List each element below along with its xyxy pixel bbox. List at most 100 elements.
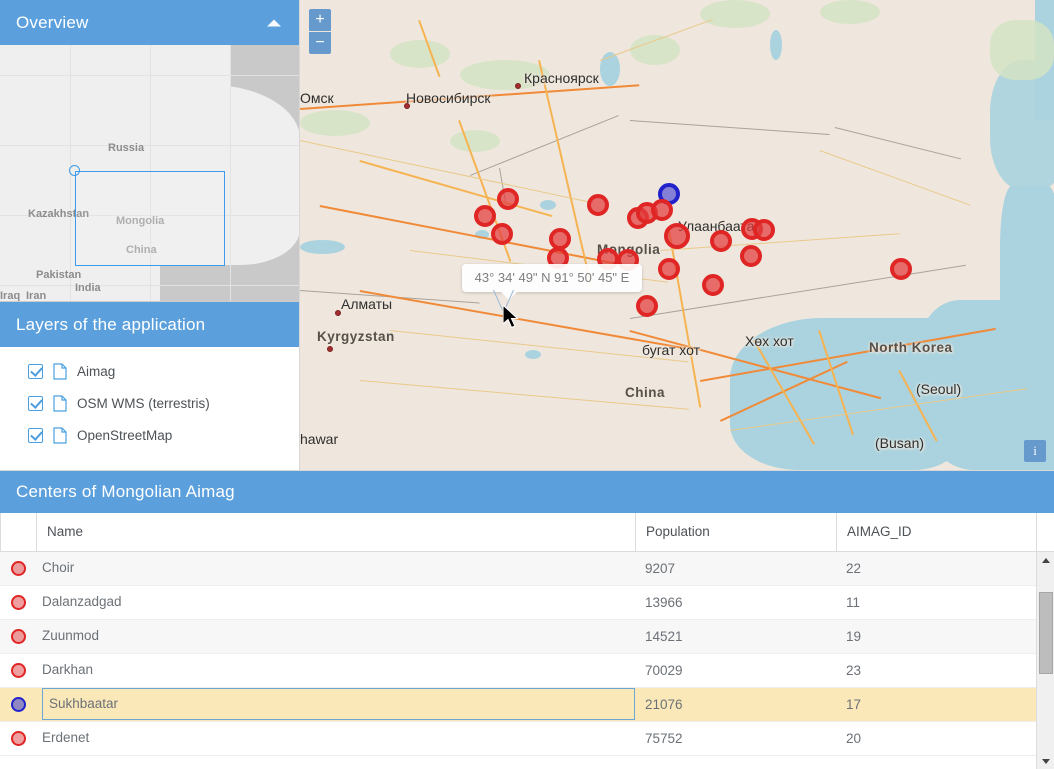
row-marker-cell [0, 560, 36, 576]
cell-aimag-id: 22 [846, 560, 862, 576]
map-label: Омск [300, 90, 334, 106]
map-label: (Busan) [875, 435, 925, 451]
cell-name[interactable]: Choir [36, 552, 635, 586]
map-pin-icon [10, 560, 26, 576]
overview-map[interactable]: Russia Kazakhstan Mongolia China Iraq Iran Pak… [0, 45, 299, 302]
zoom-out-button[interactable]: − [309, 32, 331, 54]
table-vertical-scrollbar[interactable] [1036, 551, 1054, 769]
table-row[interactable]: Sukhbaatar 21076 17 [0, 687, 1036, 722]
chevron-up-icon[interactable] [267, 19, 281, 26]
map-label: Новосибирск [406, 90, 491, 106]
scroll-up-arrow-icon[interactable] [1037, 552, 1054, 570]
table-row[interactable]: Erdenet 75752 20 [0, 721, 1036, 756]
attribute-table: Name Population AIMAG_ID [0, 513, 1054, 552]
map-marker[interactable] [710, 230, 732, 252]
cell-name[interactable]: Sukhbaatar [42, 688, 635, 720]
overview-extent-box[interactable] [75, 171, 225, 266]
map-marker[interactable] [740, 245, 762, 267]
zoom-in-button[interactable]: + [309, 9, 331, 31]
attribute-table-panel: Centers of Mongolian Aimag Name Populati… [0, 470, 1054, 769]
table-row[interactable]: Choir 9207 22 [0, 551, 1036, 586]
left-sidebar: Overview Russia Kazakhstan Mongolia China Ir… [0, 0, 300, 470]
map-marker[interactable] [658, 258, 680, 280]
map-label: China [625, 385, 666, 400]
cell-population: 9207 [645, 560, 676, 576]
row-marker-cell [0, 662, 36, 678]
map-city-dot [327, 346, 333, 352]
map-vegetation [450, 130, 500, 152]
layers-panel-title: Layers of the application [16, 315, 206, 334]
map-lake [770, 30, 782, 60]
map-label: Kyrgyzstan [317, 329, 395, 344]
map-sea [1000, 186, 1054, 470]
map-vegetation [390, 40, 450, 68]
table-row[interactable]: Zuunmod 14521 19 [0, 619, 1036, 654]
map-label: Алматы [341, 296, 393, 312]
map-pin-icon [10, 730, 26, 746]
layer-row[interactable]: OSM WMS (terrestris) [0, 387, 299, 419]
overview-map-label: Russia [108, 142, 145, 154]
map-label: бугат хот [642, 342, 701, 358]
cell-population: 14521 [645, 628, 683, 644]
map-vegetation [820, 0, 880, 24]
layers-panel-header: Layers of the application [0, 302, 299, 347]
scroll-down-arrow-icon[interactable] [1037, 753, 1054, 769]
table-header-row: Name Population AIMAG_ID [0, 513, 1054, 552]
layer-checkbox[interactable] [28, 427, 43, 443]
layer-checkbox[interactable] [28, 395, 43, 411]
map-marker[interactable] [890, 258, 912, 280]
map-label: hawar [300, 431, 339, 447]
grid-panel-title: Centers of Mongolian Aimag [16, 482, 235, 501]
map-marker[interactable] [651, 199, 673, 221]
layers-list: Aimag OSM WMS (terrestris) OpenStreetMap [0, 347, 299, 470]
overview-graticule [230, 45, 231, 301]
layer-checkbox[interactable] [28, 363, 43, 379]
map-pin-icon [10, 628, 26, 644]
cell-population: 13966 [645, 594, 683, 610]
layer-row[interactable]: OpenStreetMap [0, 419, 299, 451]
overview-map-label: Pakistan [36, 269, 82, 281]
cell-population: 70029 [645, 662, 683, 678]
map-marker[interactable] [474, 205, 496, 227]
map-vegetation [990, 20, 1054, 80]
map-vegetation [300, 110, 370, 136]
cell-name[interactable]: Zuunmod [36, 619, 635, 653]
map-marker[interactable] [491, 223, 513, 245]
map-marker[interactable] [702, 274, 724, 296]
column-header-population[interactable]: Population [635, 513, 837, 552]
table-row[interactable]: Dalanzadgad 13966 11 [0, 585, 1036, 620]
column-header-name[interactable]: Name [36, 513, 636, 552]
layer-document-icon [53, 362, 67, 380]
row-marker-cell [0, 696, 36, 712]
map-zoom-control: + − [309, 9, 331, 54]
main-map[interactable]: ОмскНовосибирскКрасноярскУлаанбаатарMong… [300, 0, 1054, 470]
layer-row[interactable]: Aimag [0, 355, 299, 387]
row-marker-cell [0, 628, 36, 644]
attribution-info-icon[interactable]: i [1024, 440, 1046, 462]
map-marker[interactable] [664, 223, 690, 249]
grid-panel-header-bar: Centers of Mongolian Aimag [0, 471, 1054, 513]
map-marker[interactable] [497, 188, 519, 210]
cell-population: 75752 [645, 730, 683, 746]
map-marker[interactable] [636, 295, 658, 317]
overview-map-label: India [75, 282, 101, 294]
grid-panel-header: Centers of Mongolian Aimag [0, 471, 1054, 513]
column-header-aimag-id[interactable]: AIMAG_ID [836, 513, 1037, 552]
column-header-marker[interactable] [0, 513, 37, 552]
row-marker-cell [0, 594, 36, 610]
table-row[interactable]: Darkhan 70029 23 [0, 653, 1036, 688]
overview-panel-header[interactable]: Overview [0, 0, 299, 45]
scrollbar-thumb[interactable] [1039, 591, 1053, 674]
coordinate-tooltip: 43° 34' 49" N 91° 50' 45" E [462, 264, 642, 300]
cell-aimag-id: 19 [846, 628, 862, 644]
cell-name[interactable]: Erdenet [36, 721, 635, 755]
cell-name[interactable]: Dalanzadgad [36, 585, 635, 619]
layer-document-icon [53, 426, 67, 444]
layer-label: OSM WMS (terrestris) [77, 395, 210, 411]
cell-name[interactable]: Darkhan [36, 653, 635, 687]
map-marker[interactable] [587, 194, 609, 216]
map-lake [525, 350, 541, 359]
map-marker[interactable] [753, 219, 775, 241]
overview-extent-handle[interactable] [69, 165, 80, 176]
cell-aimag-id: 20 [846, 730, 862, 746]
